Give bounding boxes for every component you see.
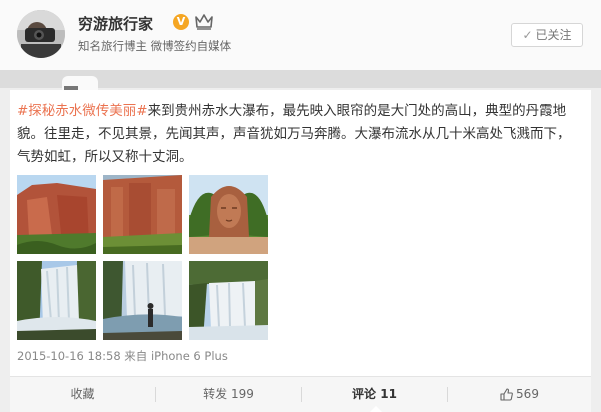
- profile-subtitle: 知名旅行博主 微博签约自媒体: [78, 39, 232, 53]
- post-image-1[interactable]: [17, 175, 96, 254]
- post-image-3[interactable]: [189, 175, 268, 254]
- post-image-4[interactable]: [17, 261, 96, 340]
- active-tab-caret: [370, 406, 382, 412]
- like-button[interactable]: 569: [448, 377, 591, 412]
- action-bar: 收藏 转发 199 评论 11 569: [10, 376, 591, 412]
- username[interactable]: 穷游旅行家: [78, 13, 153, 34]
- profile-header: 穷游旅行家 V 知名旅行博主 微博签约自媒体 ✓ 已关注: [0, 0, 601, 70]
- following-button[interactable]: ✓ 已关注: [511, 23, 583, 47]
- post-body: #探秘赤水微传美丽#来到贵州赤水大瀑布，最先映入眼帘的是大门处的高山，典型的丹霞…: [17, 100, 582, 169]
- verified-icon: V: [173, 14, 189, 30]
- favorite-button[interactable]: 收藏: [10, 377, 155, 412]
- crown-icon: [195, 14, 213, 30]
- post-source: 来自 iPhone 6 Plus: [124, 349, 228, 363]
- repost-button[interactable]: 转发 199: [156, 377, 301, 412]
- avatar[interactable]: [17, 10, 65, 58]
- thumbs-up-icon: [500, 388, 513, 401]
- post-image-2[interactable]: [103, 175, 182, 254]
- like-count: 569: [516, 387, 539, 401]
- post-image-5[interactable]: [103, 261, 182, 340]
- following-label: 已关注: [535, 28, 572, 42]
- topic-link[interactable]: #探秘赤水微传美丽#: [17, 103, 148, 119]
- post-image-6[interactable]: [189, 261, 268, 340]
- check-icon: ✓: [522, 28, 533, 42]
- post-meta: 2015-10-16 18:58 来自 iPhone 6 Plus: [17, 348, 228, 364]
- post-timestamp[interactable]: 2015-10-16 18:58: [17, 349, 121, 363]
